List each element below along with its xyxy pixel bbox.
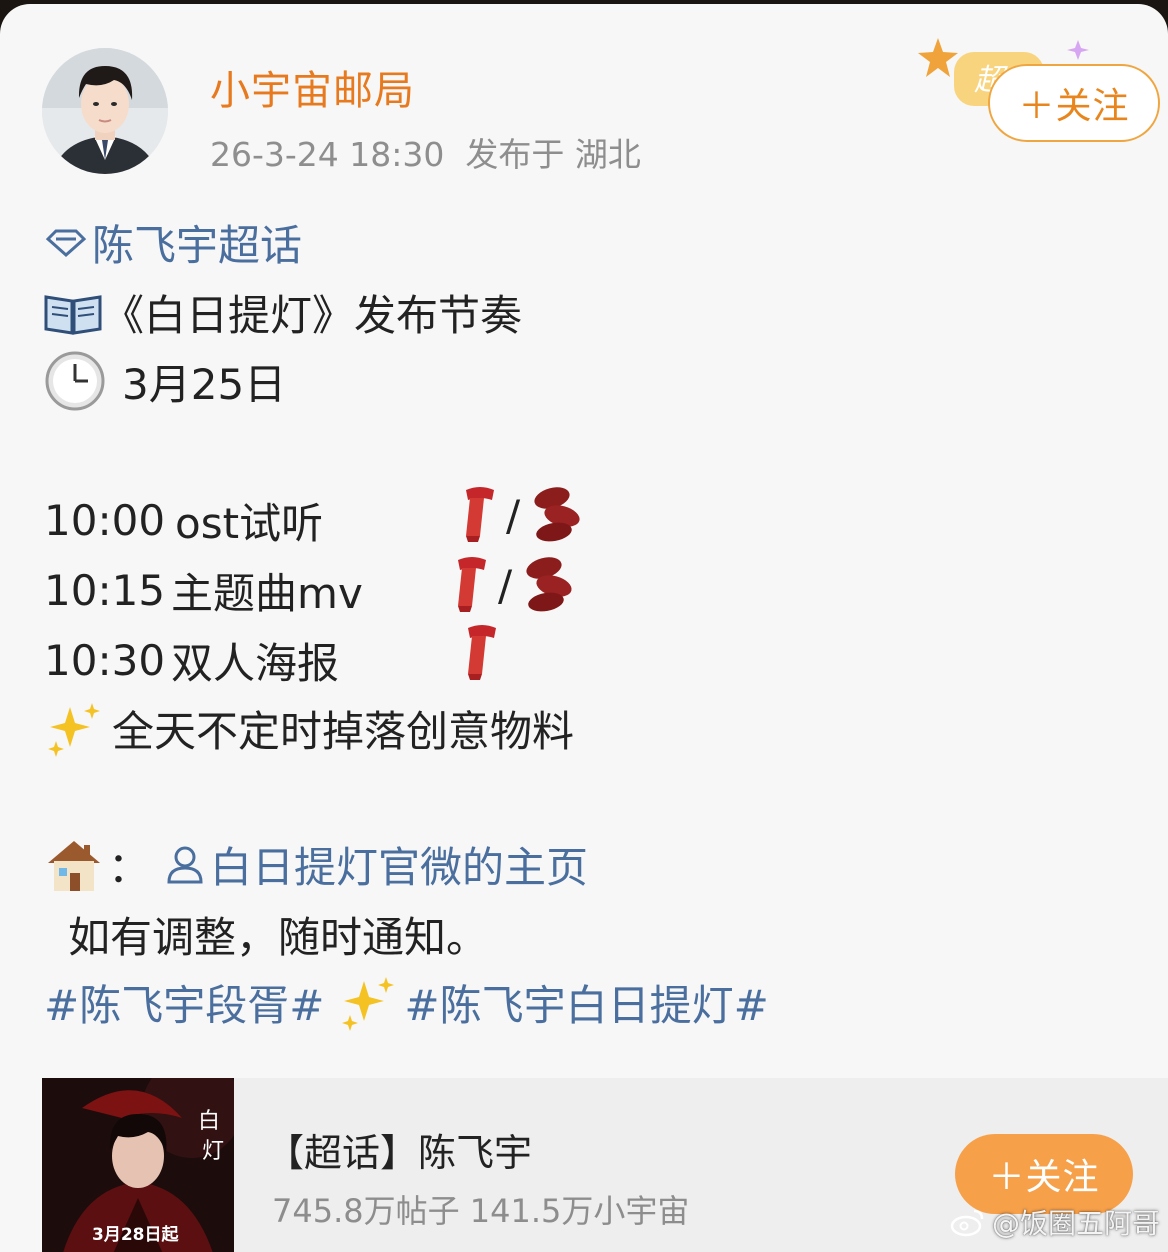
poster-date: 3月28日起 (92, 1225, 179, 1245)
sparkle-line: 全天不定时掉落创意物料 (44, 698, 574, 759)
post-title: 《白日提灯》发布节奏 (102, 291, 523, 340)
username[interactable]: 小宇宙邮局 (210, 58, 415, 116)
beans-icon (526, 557, 572, 612)
schedule-event: 主题曲mv (171, 569, 363, 618)
release-date: 3月25日 (122, 359, 287, 409)
scarf-icon (458, 557, 486, 612)
schedule-item: 10:30 双人海报 (44, 630, 339, 691)
scarf-icon (466, 487, 494, 542)
svg-text:白: 白 (198, 1109, 220, 1134)
weibo-post-card: 小宇宙邮局 26-3-24 18:30 发布于 湖北 超 ＋关注 陈飞宇超话 《… (0, 4, 1168, 1252)
post-title-line: 《白日提灯》发布节奏 (44, 282, 522, 343)
avatar-image (42, 48, 168, 174)
schedule-marks: / (458, 486, 584, 544)
hashtag-line: #陈飞宇段胥# #陈飞宇白日提灯# (44, 972, 769, 1033)
user-icon (167, 846, 203, 883)
svg-text:灯: 灯 (202, 1139, 224, 1164)
sparkle-text: 全天不定时掉落创意物料 (112, 707, 575, 756)
schedule-time: 10:00 (44, 496, 166, 545)
scarf-icon (468, 625, 496, 680)
poster-image: 白 灯 3月28日起 (42, 1078, 234, 1252)
follow-button[interactable]: ＋关注 (988, 64, 1160, 142)
post-meta: 26-3-24 18:30 发布于 湖北 (210, 128, 641, 176)
supertopic-link[interactable]: 陈飞宇超话 (44, 212, 302, 273)
beans-icon (534, 487, 580, 542)
slash: / (506, 490, 521, 540)
sparkles-icon (48, 702, 100, 757)
topic-title: 【超话】陈飞宇 (266, 1131, 533, 1175)
post-date: 26-3-24 18:30 (210, 135, 445, 174)
watermark-text: @饭圈五阿哥 (991, 1207, 1160, 1240)
diamond-icon (45, 229, 87, 257)
schedule-time: 10:15 (44, 566, 166, 615)
star-icon (918, 38, 958, 77)
home-link[interactable]: 白日提灯官微的主页 (164, 834, 588, 895)
clock-icon (45, 351, 105, 411)
watermark: @饭圈五阿哥 (950, 1202, 1160, 1242)
home-line: ： 白日提灯官微的主页 (44, 834, 588, 895)
schedule-item: 10:15 主题曲mv (44, 560, 363, 621)
date-line: 3月25日 (44, 350, 286, 412)
slash: / (498, 560, 513, 610)
home-colon: ： (108, 843, 151, 892)
schedule-event: ost试听 (175, 499, 324, 548)
schedule-time: 10:30 (44, 636, 166, 685)
avatar[interactable] (42, 48, 168, 174)
topic-stats: 745.8万帖子 141.5万小宇宙 (272, 1192, 690, 1230)
book-icon (44, 294, 102, 335)
schedule-marks (460, 624, 504, 682)
sparkles-icon (342, 976, 395, 1031)
hashtag-2[interactable]: #陈飞宇白日提灯# (404, 972, 768, 1033)
schedule-marks: / (450, 556, 576, 614)
supertopic-label: 陈飞宇超话 (92, 221, 303, 270)
post-location: 发布于 湖北 (465, 135, 641, 174)
home-link-label: 白日提灯官微的主页 (210, 843, 589, 892)
hashtag-1[interactable]: #陈飞宇段胥# (44, 972, 324, 1033)
house-icon (48, 840, 100, 891)
schedule-item: 10:00 ost试听 (44, 490, 323, 551)
notice: 如有调整，随时通知。 (68, 913, 489, 962)
schedule-event: 双人海报 (171, 639, 340, 688)
weibo-icon (950, 1209, 984, 1237)
